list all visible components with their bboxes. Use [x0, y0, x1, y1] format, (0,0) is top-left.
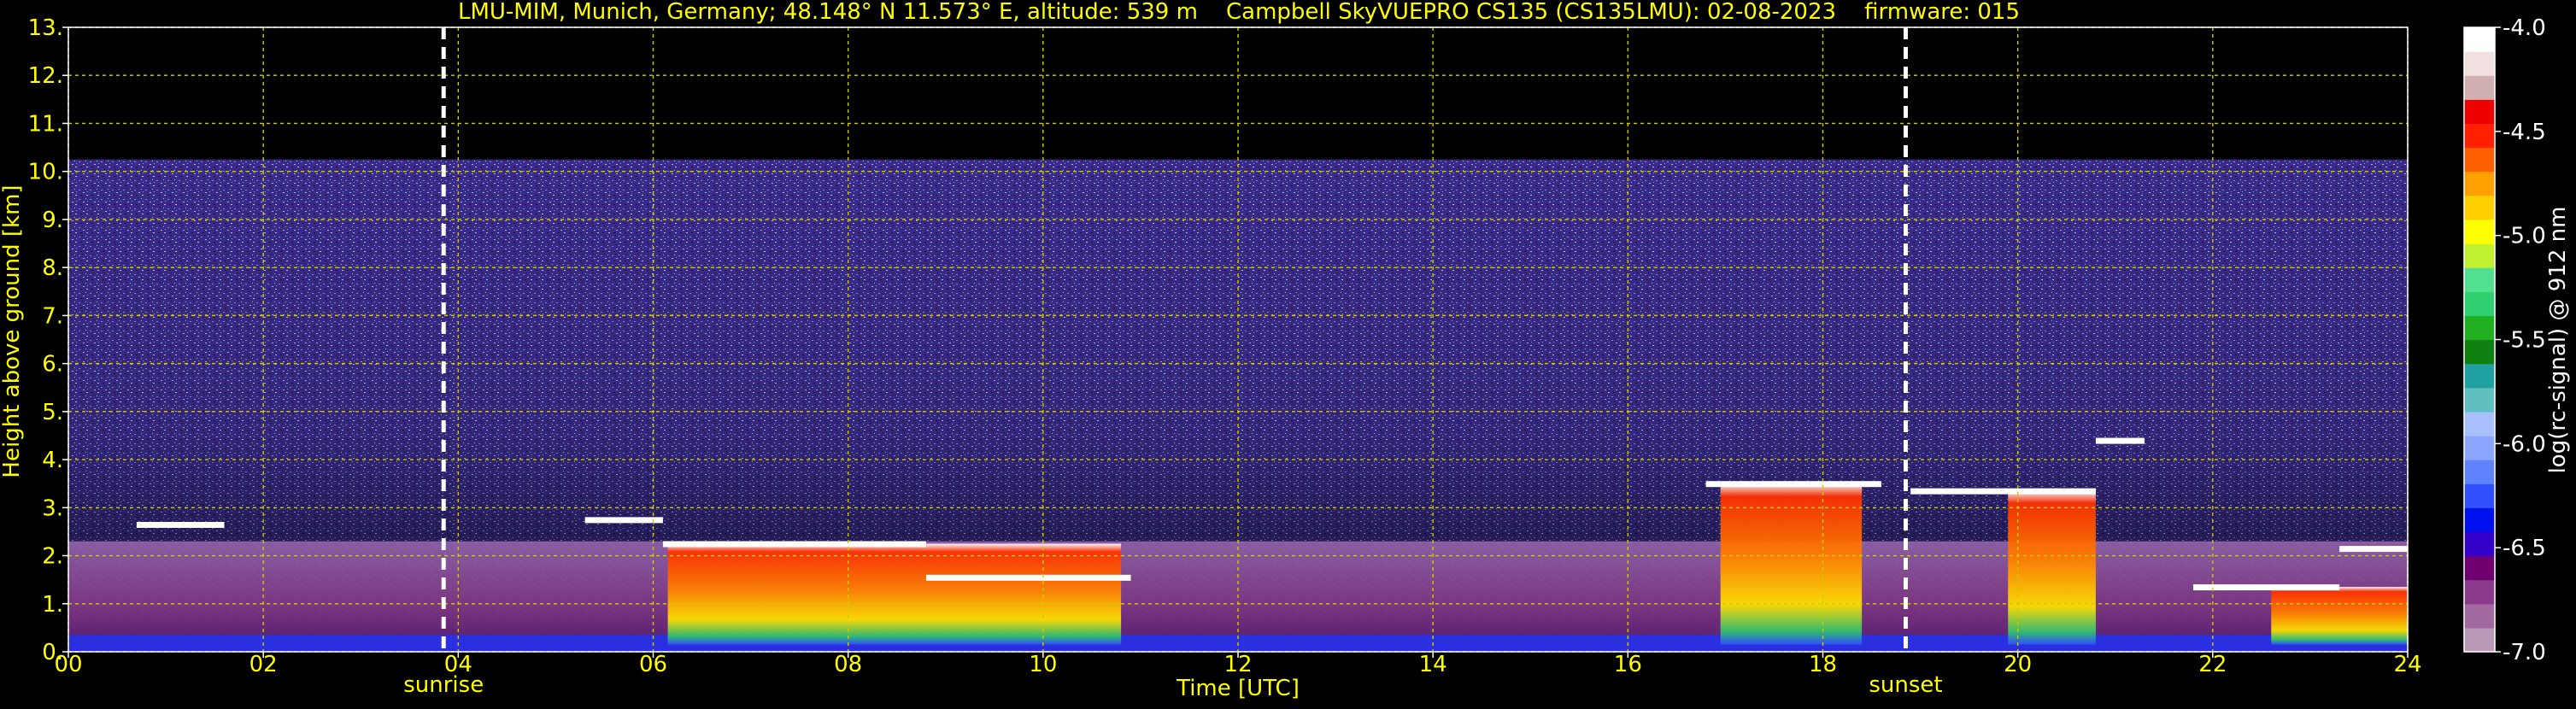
colorbar-segment-10: [2464, 387, 2495, 413]
colorbar-segment-1: [2464, 603, 2495, 629]
x-tick-label-04: 04: [444, 652, 472, 677]
sunset-label: sunset: [1869, 672, 1942, 698]
cloud-base-3: [925, 574, 1131, 581]
precip-shaft-0: [667, 543, 1122, 645]
colorbar-tick-label-3: -5.5: [2503, 328, 2546, 354]
colorbar-segment-5: [2464, 507, 2495, 533]
colorbar-tick-label-0: -4.0: [2503, 15, 2546, 41]
y-tick-label-2: 2.: [42, 544, 63, 570]
cloud-base-5: [1910, 488, 2096, 495]
x-tick-label-10: 10: [1029, 652, 1057, 677]
colorbar-segment-17: [2464, 219, 2495, 244]
colorbar-segment-25: [2464, 27, 2495, 52]
colorbar-segment-0: [2464, 627, 2495, 653]
y-tick-label-3: 3.: [42, 495, 63, 521]
x-tick-label-06: 06: [639, 652, 667, 677]
colorbar-segment-13: [2464, 315, 2495, 341]
x-tick-label-16: 16: [1614, 652, 1642, 677]
cloud-base-7: [2193, 584, 2340, 591]
colorbar-segment-16: [2464, 243, 2495, 268]
x-tick-label-12: 12: [1223, 652, 1252, 677]
y-tick-label-5: 5.: [42, 400, 63, 425]
colorbar-tick-label-1: -4.5: [2503, 120, 2546, 145]
colorbar: -4.0 -4.5 -5.0 -5.5 -6.0 -6.5 -7.0 log(rc-signa…: [2463, 15, 2571, 665]
chart-svg: sunrise sunset 00 02 04 06 08 10 12 14 16 18 20 22 24…: [0, 0, 2571, 701]
y-tick-label-6: 6.: [42, 352, 63, 378]
colorbar-segment-19: [2464, 171, 2495, 196]
x-tick-label-02: 02: [249, 652, 278, 677]
y-tick-label-13: 13.: [28, 15, 63, 41]
colorbar-segment-6: [2464, 483, 2495, 508]
cloud-base-2: [662, 541, 926, 548]
y-tick-label-4: 4.: [42, 448, 63, 473]
colorbar-segment-24: [2464, 51, 2495, 76]
y-tick-label-1: 1.: [42, 592, 63, 618]
colorbar-tick-label-2: -5.0: [2503, 224, 2546, 249]
x-tick-label-24: 24: [2393, 652, 2421, 677]
y-axis-label: Height above ground [km]: [0, 185, 25, 478]
colorbar-label: log(rc-signal) @ 912 nm: [2545, 207, 2571, 474]
y-tick-label-12: 12.: [28, 63, 63, 89]
colorbar-tick-label-6: -7.0: [2503, 640, 2546, 665]
cloud-base-1: [584, 517, 663, 524]
cloud-base-6: [2095, 437, 2145, 444]
cloud-base-8: [2339, 546, 2408, 553]
colorbar-segment-8: [2464, 435, 2495, 460]
chart-title: LMU-MIM, Munich, Germany; 48.148° N 11.5…: [458, 0, 2020, 25]
x-axis-label: Time [UTC]: [1176, 676, 1300, 701]
x-tick-label-22: 22: [2198, 652, 2227, 677]
backscatter-heatmap: [68, 27, 2408, 652]
precip-shaft-2: [2008, 490, 2096, 645]
colorbar-segment-18: [2464, 195, 2495, 220]
colorbar-segment-4: [2464, 531, 2495, 557]
x-tick-label-20: 20: [2004, 652, 2032, 677]
colorbar-segment-21: [2464, 123, 2495, 149]
colorbar-segment-22: [2464, 99, 2495, 125]
y-tick-label-11: 11.: [28, 111, 63, 137]
precip-shaft-3: [2271, 587, 2408, 645]
cloud-base-4: [1705, 481, 1881, 488]
colorbar-segment-7: [2464, 460, 2495, 484]
colorbar-segment-3: [2464, 555, 2495, 581]
y-tick-label-8: 8.: [42, 255, 63, 281]
colorbar-segment-15: [2464, 267, 2495, 292]
y-tick-label-10: 10.: [28, 160, 63, 185]
ceilometer-chart: sunrise sunset 00 02 04 06 08 10 12 14 16 18 20 22 24…: [0, 0, 2576, 706]
colorbar-segment-12: [2464, 339, 2495, 365]
colorbar-segment-14: [2464, 291, 2495, 316]
x-tick-label-08: 08: [834, 652, 862, 677]
y-tick-label-0: 0.: [42, 640, 63, 665]
cloud-base-0: [136, 521, 225, 528]
y-tick-label-7: 7.: [42, 303, 63, 329]
y-tick-label-9: 9.: [42, 208, 63, 233]
x-tick-label-18: 18: [1809, 652, 1837, 677]
colorbar-tick-label-5: -6.5: [2503, 536, 2546, 561]
colorbar-segment-11: [2464, 363, 2495, 389]
colorbar-segment-23: [2464, 75, 2495, 100]
colorbar-segment-2: [2464, 579, 2495, 605]
colorbar-tick-label-4: -6.0: [2503, 431, 2546, 457]
x-tick-label-14: 14: [1419, 652, 1447, 677]
colorbar-segment-20: [2464, 147, 2495, 173]
colorbar-segment-9: [2464, 411, 2495, 437]
